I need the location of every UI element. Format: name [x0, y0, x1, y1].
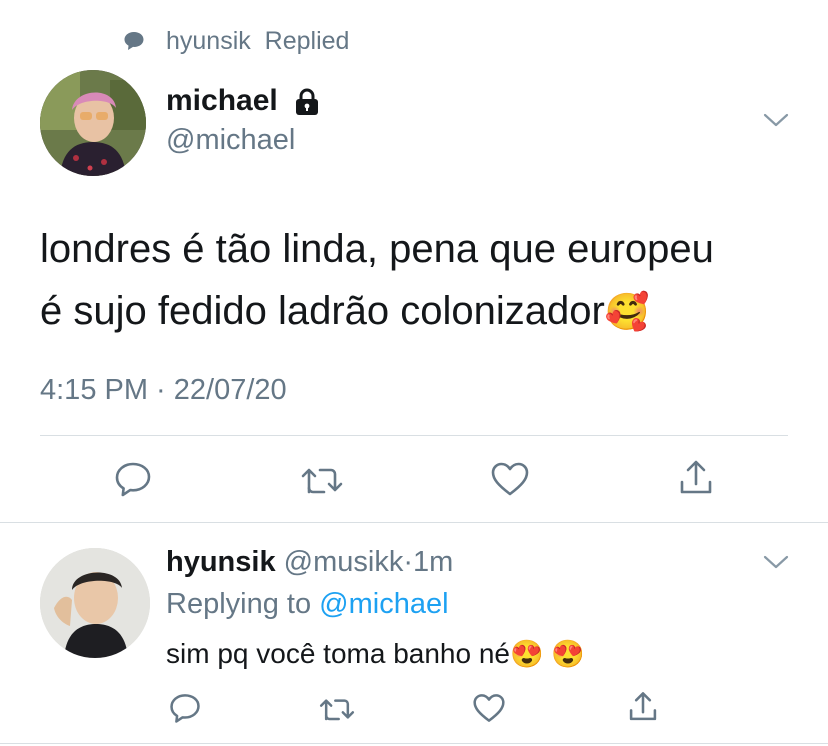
reply-text-content: sim pq você toma banho né — [166, 638, 510, 669]
replying-to-label: Replying to — [166, 588, 312, 620]
divider — [40, 435, 788, 436]
reply-time[interactable]: 1m — [413, 546, 453, 578]
lock-icon — [292, 88, 322, 116]
separator-dot: · — [403, 546, 413, 578]
chevron-down-icon[interactable] — [762, 110, 790, 130]
timestamp[interactable]: 4:15 PM · 22/07/20 — [40, 374, 287, 407]
replied-context: hyunsik Replied — [166, 27, 349, 56]
reply-icon[interactable] — [113, 460, 153, 498]
reply-header: hyunsik @musikk·1m — [166, 546, 453, 579]
replied-label: Replied — [264, 27, 350, 55]
tweet-text-line-2: é sujo fedido ladrão colonizador🥰 — [40, 280, 800, 343]
reply-icon[interactable] — [168, 692, 202, 724]
replying-to-handle[interactable]: @michael — [319, 588, 448, 620]
retweet-icon[interactable] — [318, 694, 356, 724]
divider — [0, 522, 828, 523]
reply-handle[interactable]: @musikk — [284, 546, 404, 578]
heart-eyes-emoji: 😍 😍 — [509, 639, 585, 669]
like-icon[interactable] — [490, 460, 530, 498]
comment-icon — [122, 30, 146, 52]
reply-display-name[interactable]: hyunsik — [166, 546, 276, 578]
reply-avatar[interactable] — [40, 548, 150, 658]
display-name[interactable]: michael — [166, 84, 278, 118]
smiling-hearts-emoji: 🥰 — [604, 291, 650, 332]
replying-to: Replying to @michael — [166, 588, 449, 621]
reply-text: sim pq você toma banho né😍 😍 — [166, 638, 585, 670]
like-icon[interactable] — [472, 692, 506, 724]
avatar[interactable] — [40, 70, 146, 176]
retweet-icon[interactable] — [300, 462, 344, 498]
chevron-down-icon[interactable] — [762, 552, 790, 572]
tweet-text-line-2-text: é sujo fedido ladrão colonizador — [40, 289, 605, 333]
tweet-text: londres é tão linda, pena que europeu é … — [40, 218, 800, 343]
handle[interactable]: @michael — [166, 124, 295, 157]
share-icon[interactable] — [626, 690, 660, 724]
replied-name[interactable]: hyunsik — [166, 27, 251, 55]
divider — [0, 743, 828, 744]
tweet-text-line-1: londres é tão linda, pena que europeu — [40, 227, 714, 271]
display-name-text[interactable]: michael — [166, 84, 278, 117]
share-icon[interactable] — [676, 458, 716, 498]
